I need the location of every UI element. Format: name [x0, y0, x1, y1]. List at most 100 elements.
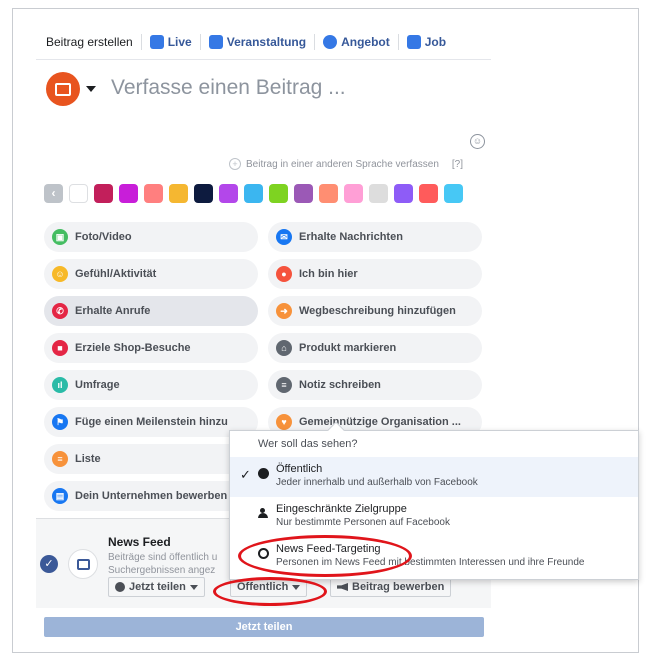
post-composer-input[interactable]: Verfasse einen Beitrag ... — [111, 76, 346, 100]
action-flag[interactable]: ⚑ Füge einen Meilenstein hinzu — [44, 407, 258, 437]
option-title: Eingeschränkte Zielgruppe — [276, 503, 407, 515]
action-label: Umfrage — [75, 379, 120, 391]
action-label: Gemeinnützige Organisation ... — [299, 416, 461, 428]
page-avatar-glyph — [55, 82, 71, 96]
page-avatar[interactable] — [46, 72, 80, 106]
color-swatch[interactable] — [144, 184, 163, 203]
phone-icon: ✆ — [52, 303, 68, 319]
audience-option-public[interactable]: ✓ Öffentlich Jeder innerhalb und außerha… — [230, 457, 638, 497]
chevron-down-icon[interactable] — [86, 86, 96, 92]
tag-icon: ⌂ — [276, 340, 292, 356]
clock-icon — [115, 582, 125, 592]
action-phone[interactable]: ✆ Erhalte Anrufe — [44, 296, 258, 326]
news-feed-icon — [68, 549, 98, 579]
list-icon: ≡ — [52, 451, 68, 467]
color-swatch[interactable] — [69, 184, 88, 203]
color-swatch[interactable] — [169, 184, 188, 203]
offer-icon — [323, 34, 338, 49]
color-swatch[interactable] — [444, 184, 463, 203]
action-label: Füge einen Meilenstein hinzu — [75, 416, 228, 428]
news-feed-title: News Feed — [108, 535, 171, 549]
tab-event[interactable]: Veranstaltung — [201, 30, 314, 54]
share-now-label: Jetzt teilen — [129, 581, 186, 593]
color-swatch[interactable] — [244, 184, 263, 203]
tab-label: Veranstaltung — [226, 34, 307, 49]
note-icon: ≡ — [276, 377, 292, 393]
action-label: Notiz schreiben — [299, 379, 381, 391]
color-swatch[interactable] — [344, 184, 363, 203]
checkmark-icon[interactable]: ✓ — [40, 555, 58, 573]
action-note[interactable]: ≡ Notiz schreiben — [268, 370, 482, 400]
action-label: Liste — [75, 453, 101, 465]
boost-post-label: Beitrag bewerben — [352, 581, 445, 593]
action-messenger[interactable]: ✉ Erhalte Nachrichten — [268, 222, 482, 252]
people-icon — [258, 508, 269, 519]
tab-label: Angebot — [341, 34, 390, 49]
option-description: Jeder innerhalb und außerhalb von Facebo… — [276, 477, 478, 488]
calendar-icon — [208, 34, 223, 49]
directions-icon: ➜ — [276, 303, 292, 319]
smiley-icon: ☺ — [52, 266, 68, 282]
flag-icon: ⚑ — [52, 414, 68, 430]
background-color-swatches: ‹ — [44, 184, 463, 203]
option-title: Öffentlich — [276, 463, 323, 475]
audience-option-restricted[interactable]: Eingeschränkte Zielgruppe Nur bestimmte … — [230, 497, 638, 537]
heart-icon: ♥ — [276, 414, 292, 430]
tab-live[interactable]: Live — [142, 30, 200, 54]
location-pin-icon: ● — [276, 266, 292, 282]
color-swatch[interactable] — [419, 184, 438, 203]
color-swatch[interactable] — [219, 184, 238, 203]
color-swatch[interactable] — [269, 184, 288, 203]
tab-offer[interactable]: Angebot — [315, 30, 398, 54]
color-swatch[interactable] — [119, 184, 138, 203]
live-icon — [149, 34, 164, 49]
action-shopping-bag[interactable]: ■ Erziele Shop-Besuche — [44, 333, 258, 363]
action-poll[interactable]: ıl Umfrage — [44, 370, 258, 400]
messenger-icon: ✉ — [276, 229, 292, 245]
share-now-button[interactable]: Jetzt teilen — [44, 617, 484, 637]
color-swatch[interactable] — [369, 184, 388, 203]
action-promote[interactable]: ▤ Dein Unternehmen bewerben — [44, 481, 258, 511]
action-directions[interactable]: ➜ Wegbeschreibung hinzufügen — [268, 296, 482, 326]
share-now-dropdown[interactable]: Jetzt teilen — [108, 577, 205, 597]
color-swatch[interactable] — [294, 184, 313, 203]
action-label: Erhalte Anrufe — [75, 305, 151, 317]
news-feed-description-line: Beiträge sind öffentlich u — [108, 552, 218, 563]
action-photo[interactable]: ▣ Foto/Video — [44, 222, 258, 252]
chevron-left-icon[interactable]: ‹ — [44, 184, 63, 203]
color-swatch[interactable] — [94, 184, 113, 203]
post-type-tabs: Beitrag erstellen Live Veranstaltung Ang… — [36, 24, 491, 60]
color-swatch[interactable] — [394, 184, 413, 203]
action-label: Wegbeschreibung hinzufügen — [299, 305, 456, 317]
poll-icon: ıl — [52, 377, 68, 393]
action-label: Foto/Video — [75, 231, 132, 243]
help-link[interactable]: [?] — [452, 159, 463, 170]
action-tag[interactable]: ⌂ Produkt markieren — [268, 333, 482, 363]
action-list[interactable]: ≡ Liste — [44, 444, 258, 474]
checkmark-icon: ✓ — [240, 467, 251, 482]
globe-icon — [258, 468, 269, 479]
action-location-pin[interactable]: ● Ich bin hier — [268, 259, 482, 289]
boost-post-button[interactable]: Beitrag bewerben — [330, 577, 452, 597]
action-label: Erhalte Nachrichten — [299, 231, 403, 243]
emoji-icon[interactable]: ☺ — [470, 134, 485, 149]
tab-job[interactable]: Job — [399, 30, 454, 54]
popover-header: Wer soll das sehen? — [258, 438, 358, 450]
color-swatch[interactable] — [194, 184, 213, 203]
color-swatch[interactable] — [319, 184, 338, 203]
photo-icon: ▣ — [52, 229, 68, 245]
shopping-bag-icon: ■ — [52, 340, 68, 356]
tab-label: Live — [167, 34, 192, 49]
annotation-ellipse-targeting — [238, 535, 412, 577]
action-label: Gefühl/Aktivität — [75, 268, 157, 280]
tab-create-post[interactable]: Beitrag erstellen — [36, 30, 141, 54]
other-language-label: Beitrag in einer anderen Sprache verfass… — [246, 158, 439, 170]
chevron-down-icon — [189, 584, 198, 590]
megaphone-icon — [337, 583, 348, 591]
option-description: Nur bestimmte Personen auf Facebook — [276, 517, 450, 528]
news-feed-description-line: Suchergebnissen angez — [108, 565, 216, 576]
other-language-link[interactable]: + Beitrag in einer anderen Sprache verfa… — [229, 158, 463, 170]
action-label: Ich bin hier — [299, 268, 358, 280]
action-smiley[interactable]: ☺ Gefühl/Aktivität — [44, 259, 258, 289]
promote-icon: ▤ — [52, 488, 68, 504]
